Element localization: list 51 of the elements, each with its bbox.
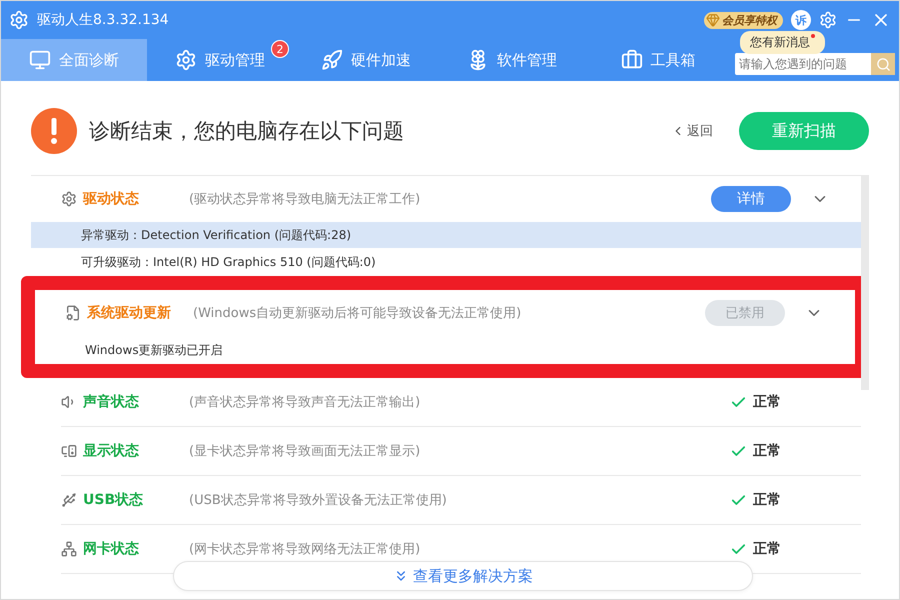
detail-row[interactable]: 异常驱动：Detection Verification (问题代码:28) (31, 222, 861, 248)
category-icon (61, 492, 77, 508)
back-link[interactable]: 返回 (671, 122, 713, 140)
category-name: 网卡状态 (83, 540, 140, 558)
category-description: (驱动状态异常将导致电脑无法正常工作) (189, 191, 422, 208)
status-text: 正常 (753, 442, 781, 460)
vip-badge[interactable]: 会员享特权 (704, 12, 783, 28)
gear-icon (175, 49, 197, 71)
service-icon[interactable]: 诉 (791, 10, 811, 30)
unread-dot (811, 34, 815, 38)
search-field[interactable]: 请输入您遇到的问题 (735, 53, 895, 75)
count-badge: 2 (271, 40, 289, 58)
category-description: (USB状态异常将导致外置设备无法正常使用) (189, 492, 448, 509)
more-solutions-button[interactable]: 查看更多解决方案 (173, 561, 753, 591)
category-icon (61, 443, 77, 459)
result-title: 诊断结束，您的电脑存在以下问题 (89, 118, 405, 145)
category-name: 系统驱动更新 (87, 304, 172, 322)
category-name: USB状态 (83, 491, 144, 509)
category-description: (显卡状态异常将导致画面无法正常显示) (189, 443, 422, 460)
category-icon (65, 305, 81, 321)
category-icon (61, 191, 77, 207)
nav-tab[interactable]: 全面诊断 (1, 39, 147, 81)
scrollbar[interactable] (861, 175, 869, 390)
category-name: 驱动状态 (83, 190, 140, 208)
details-button[interactable]: 详情 (711, 186, 791, 212)
category-name: 显示状态 (83, 442, 140, 460)
window-title: 驱动人生8.3.32.134 (37, 11, 170, 29)
warning-icon (31, 108, 77, 154)
status-text: 正常 (753, 491, 781, 509)
status-text: 正常 (753, 393, 781, 411)
detail-row[interactable]: 可升级驱动：Intel(R) HD Graphics 510 (问题代码:0) (31, 248, 861, 276)
toolbox-icon (620, 49, 642, 71)
app-logo-icon (9, 10, 29, 30)
category-icon (61, 541, 77, 557)
rescan-button[interactable]: 重新扫描 (739, 112, 869, 150)
monitor-icon (29, 49, 51, 71)
rocket-icon (321, 49, 343, 71)
search-icon[interactable] (876, 56, 890, 72)
status-text: 正常 (753, 540, 781, 558)
nav-tab[interactable]: 驱动管理 2 (147, 39, 293, 81)
message-tooltip[interactable]: 您有新消息 (740, 31, 825, 54)
category-description: (Windows自动更新驱动后将可能导致设备无法正常使用) (193, 305, 522, 322)
diamond-icon (706, 13, 720, 27)
category-name: 声音状态 (83, 393, 140, 411)
detail-row[interactable]: Windows更新驱动已开启 (35, 336, 855, 364)
nav-tab[interactable]: 硬件加速 (293, 39, 439, 81)
category-description: (声音状态异常将导致声音无法正常输出) (189, 394, 422, 411)
nav-tab[interactable]: 工具箱 (585, 39, 731, 81)
settings-icon[interactable] (819, 11, 837, 29)
nav-tab[interactable]: 软件管理 (439, 39, 585, 81)
category-description: (网卡状态异常将导致网络无法正常使用) (189, 541, 422, 558)
